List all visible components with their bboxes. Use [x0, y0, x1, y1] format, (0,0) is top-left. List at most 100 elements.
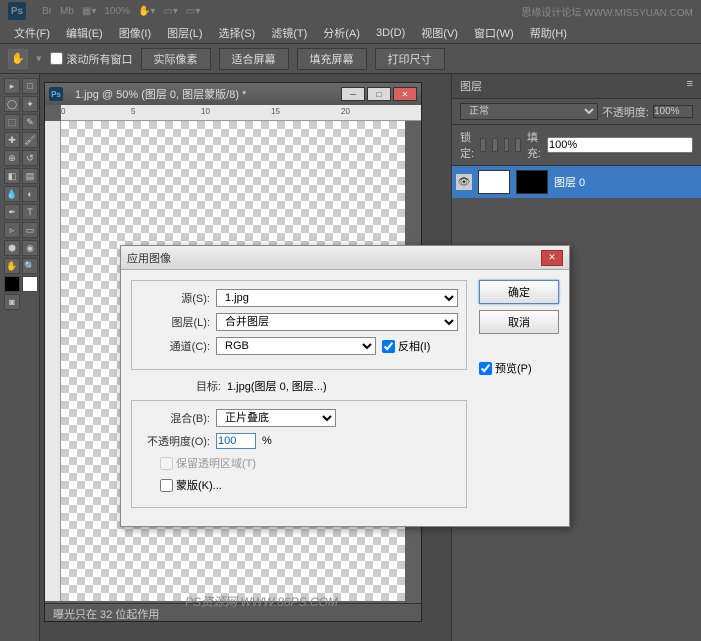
dialog-left: 源(S): 1.jpg 图层(L): 合并图层 通道(C): RGB 反相(I) — [131, 280, 467, 516]
menu-filter[interactable]: 滤镜(T) — [265, 23, 313, 43]
wand-tool-icon[interactable]: ✦ — [22, 96, 38, 112]
fill-input[interactable] — [547, 137, 693, 153]
blend-mode-select[interactable]: 正常 — [460, 103, 598, 120]
menu-3d[interactable]: 3D(D) — [370, 25, 411, 41]
dodge-tool-icon[interactable]: ◐ — [22, 186, 38, 202]
source-select[interactable]: 1.jpg — [216, 289, 458, 307]
panel-menu-icon[interactable]: ≡ — [687, 78, 693, 94]
preview-checkbox[interactable] — [479, 362, 492, 375]
mask-checkbox[interactable] — [160, 479, 173, 492]
stamp-tool-icon[interactable]: ⊕ — [4, 150, 20, 166]
cancel-button[interactable]: 取消 — [479, 310, 559, 334]
channel-select[interactable]: RGB — [216, 337, 376, 355]
lock-all-icon[interactable] — [515, 138, 521, 152]
grid-icon[interactable]: ▦▾ — [82, 6, 96, 17]
quickmask-icon[interactable]: ◙ — [4, 294, 20, 310]
zoom-tool-icon[interactable]: 🔍 — [22, 258, 38, 274]
layer-lock-row: 锁定: 填充: — [452, 125, 701, 166]
menu-file[interactable]: 文件(F) — [8, 23, 56, 43]
blend-select[interactable]: 正片叠底 — [216, 409, 336, 427]
mask-thumbnail[interactable] — [516, 170, 548, 194]
opacity-unit: % — [262, 435, 272, 447]
layer-item[interactable]: 👁 图层 0 — [452, 166, 701, 198]
scroll-all-label: 滚动所有窗口 — [67, 51, 133, 67]
header-watermark: 思缘设计论坛 WWW.MISSYUAN.COM — [521, 4, 693, 19]
menu-view[interactable]: 视图(V) — [415, 23, 464, 43]
layer-thumbnail[interactable] — [478, 170, 510, 194]
menu-edit[interactable]: 编辑(E) — [60, 23, 109, 43]
actual-pixels-button[interactable]: 实际像素 — [141, 48, 211, 70]
path-tool-icon[interactable]: ▹ — [4, 222, 20, 238]
scroll-all-input[interactable] — [50, 52, 63, 65]
br-icon[interactable]: Br — [42, 6, 52, 17]
eraser-tool-icon[interactable]: ◧ — [4, 168, 20, 184]
document-titlebar[interactable]: Ps 1.jpg @ 50% (图层 0, 图层蒙版/8) * ─ □ ✕ — [45, 83, 421, 105]
hand-tool-icon[interactable]: ✋ — [8, 49, 28, 69]
crop-tool-icon[interactable]: ⬚ — [4, 114, 20, 130]
view-mode-icon[interactable]: ▭▾ — [163, 6, 177, 17]
layer-select-label: 图层(L): — [140, 314, 210, 330]
ruler-vertical — [45, 121, 61, 601]
layers-panel-header[interactable]: 图层 ≡ — [452, 74, 701, 99]
dropdown-icon[interactable]: ▾ — [36, 52, 42, 65]
maximize-button[interactable]: □ — [367, 87, 391, 101]
shape-tool-icon[interactable]: ▭ — [22, 222, 38, 238]
close-button[interactable]: ✕ — [393, 87, 417, 101]
visibility-icon[interactable]: 👁 — [456, 174, 472, 190]
invert-checkbox-label[interactable]: 反相(I) — [382, 338, 430, 354]
fit-screen-button[interactable]: 适合屏幕 — [219, 48, 289, 70]
lasso-tool-icon[interactable]: ◯ — [4, 96, 20, 112]
opacity-input[interactable] — [653, 105, 693, 118]
gradient-tool-icon[interactable]: ▤ — [22, 168, 38, 184]
bg-color-icon[interactable] — [22, 276, 38, 292]
marquee-tool-icon[interactable]: □ — [22, 78, 38, 94]
dialog-titlebar[interactable]: 应用图像 ✕ — [121, 246, 569, 270]
hand-tool2-icon[interactable]: ✋ — [4, 258, 20, 274]
scroll-all-checkbox[interactable]: 滚动所有窗口 — [50, 51, 133, 67]
fill-screen-button[interactable]: 填充屏幕 — [297, 48, 367, 70]
dialog-close-button[interactable]: ✕ — [541, 250, 563, 266]
menu-analysis[interactable]: 分析(A) — [317, 23, 366, 43]
history-brush-icon[interactable]: ↺ — [22, 150, 38, 166]
canvas-watermark: PS资源网 WWW.86PS.COM — [185, 593, 338, 610]
blur-tool-icon[interactable]: 💧 — [4, 186, 20, 202]
brush-tool-icon[interactable]: 🖌 — [22, 132, 38, 148]
minimize-button[interactable]: ─ — [341, 87, 365, 101]
zoom-level[interactable]: 100% — [104, 6, 130, 17]
dialog-title: 应用图像 — [127, 250, 171, 266]
3d-tool-icon[interactable]: ⬢ — [4, 240, 20, 256]
doc-ps-icon: Ps — [49, 87, 63, 101]
lock-position-icon[interactable] — [504, 138, 510, 152]
source-label: 源(S): — [140, 290, 210, 306]
lock-transparent-icon[interactable] — [480, 138, 486, 152]
screen-mode-icon[interactable]: ▭▾ — [186, 6, 200, 17]
eyedropper-tool-icon[interactable]: ✎ — [22, 114, 38, 130]
move-tool-icon[interactable]: ▸ — [4, 78, 20, 94]
heal-tool-icon[interactable]: ✚ — [4, 132, 20, 148]
type-tool-icon[interactable]: T — [22, 204, 38, 220]
document-title: 1.jpg @ 50% (图层 0, 图层蒙版/8) * — [75, 86, 246, 102]
dialog-body: 源(S): 1.jpg 图层(L): 合并图层 通道(C): RGB 反相(I) — [121, 270, 569, 526]
layer-name[interactable]: 图层 0 — [554, 174, 585, 190]
mask-checkbox-label[interactable]: 蒙版(K)... — [160, 477, 222, 493]
print-size-button[interactable]: 打印尺寸 — [375, 48, 445, 70]
layers-tab[interactable]: 图层 — [460, 78, 482, 94]
ok-button[interactable]: 确定 — [479, 280, 559, 304]
menu-layer[interactable]: 图层(L) — [161, 23, 208, 43]
layer-blend-row: 正常 不透明度: — [452, 99, 701, 125]
options-bar: ✋ ▾ 滚动所有窗口 实际像素 适合屏幕 填充屏幕 打印尺寸 — [0, 44, 701, 74]
preview-checkbox-label[interactable]: 预览(P) — [479, 360, 559, 376]
hand-header-icon[interactable]: ✋▾ — [138, 6, 155, 17]
mb-icon[interactable]: Mb — [60, 6, 74, 17]
menu-help[interactable]: 帮助(H) — [524, 23, 573, 43]
lock-pixels-icon[interactable] — [492, 138, 498, 152]
invert-checkbox[interactable] — [382, 340, 395, 353]
dlg-opacity-input[interactable] — [216, 433, 256, 449]
3d-camera-icon[interactable]: ◉ — [22, 240, 38, 256]
menu-window[interactable]: 窗口(W) — [468, 23, 520, 43]
menu-select[interactable]: 选择(S) — [213, 23, 262, 43]
layer-select[interactable]: 合并图层 — [216, 313, 458, 331]
pen-tool-icon[interactable]: ✒ — [4, 204, 20, 220]
fg-color-icon[interactable] — [4, 276, 20, 292]
menu-image[interactable]: 图像(I) — [113, 23, 157, 43]
